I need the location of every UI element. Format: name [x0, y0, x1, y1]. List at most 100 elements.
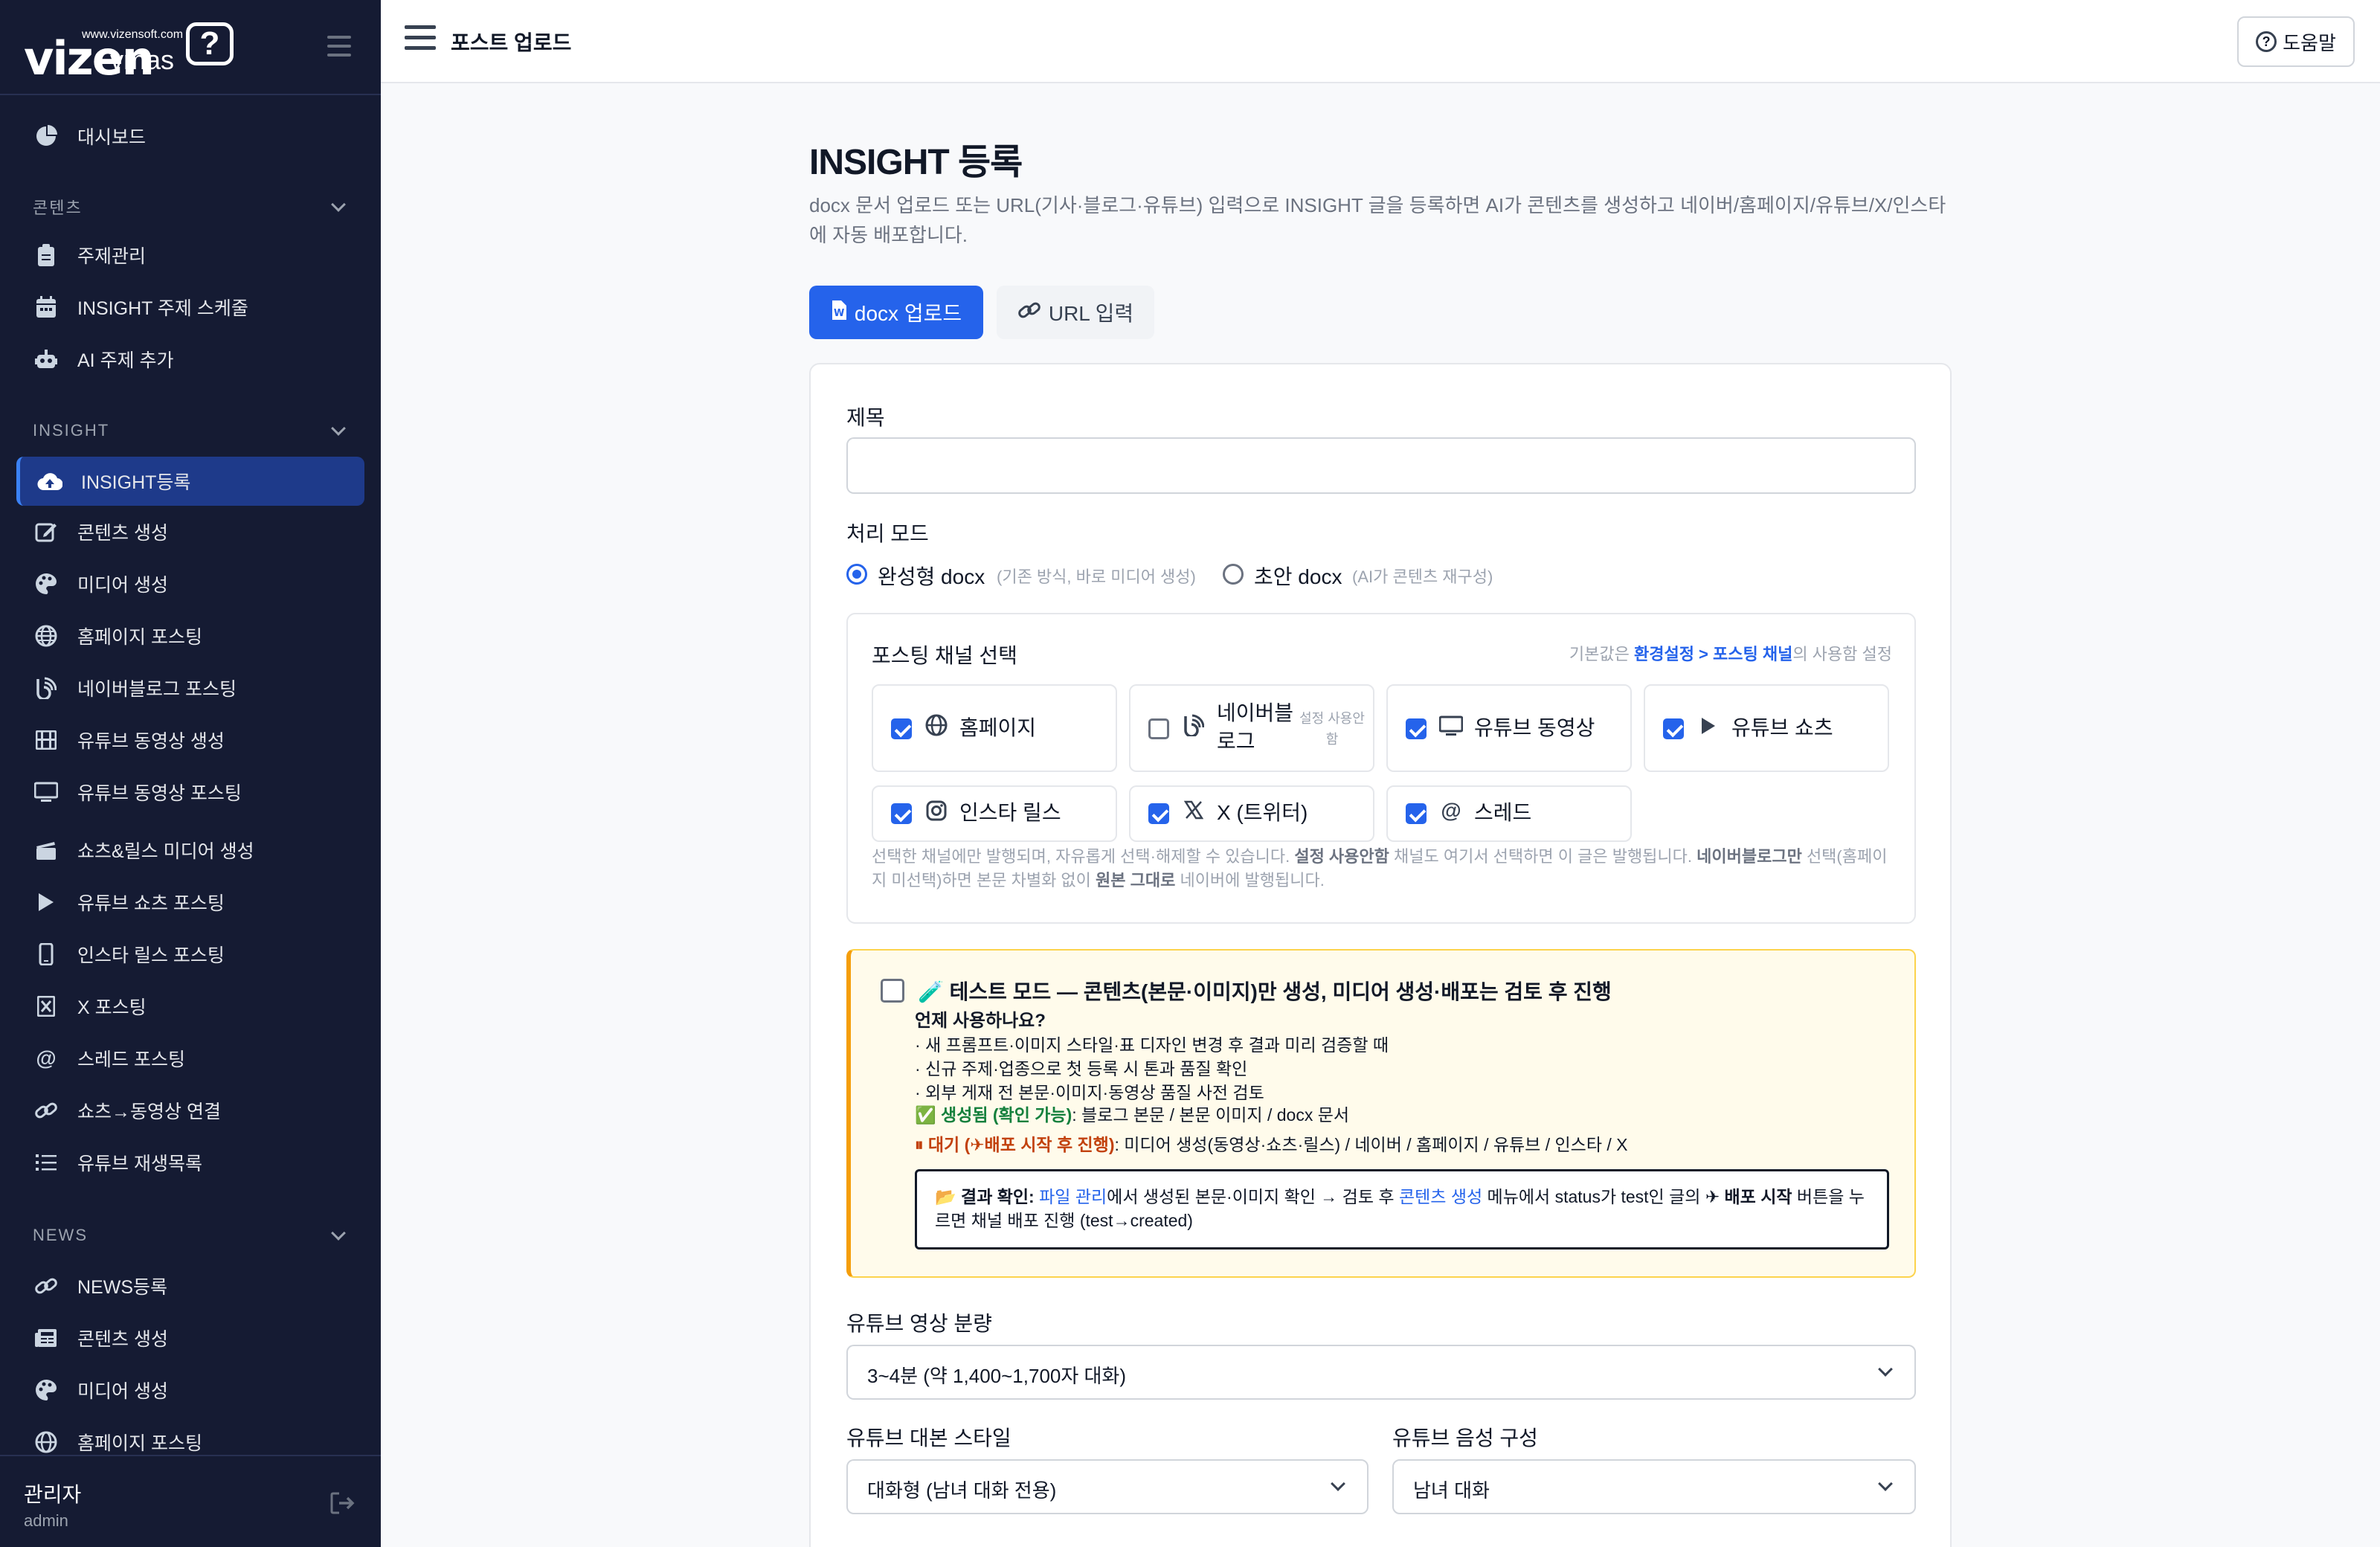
- channel-x[interactable]: X (트위터): [1129, 785, 1374, 842]
- globe-icon: [33, 1429, 60, 1456]
- channel-name: 네이버블로그: [1217, 701, 1294, 753]
- chevron-down-icon: [331, 1226, 346, 1241]
- channel-youtube-shorts[interactable]: 유튜브 쇼츠: [1644, 684, 1889, 772]
- channel-insta-reels[interactable]: 인스타 릴스: [872, 785, 1117, 842]
- sidebar-item-label: 쇼츠→동영상 연결: [77, 1101, 221, 1122]
- channel-name: 인스타 릴스: [959, 801, 1061, 824]
- sidebar-item-label: X 포스팅: [77, 997, 147, 1018]
- sidebar-item-insta-reels-post[interactable]: 인스타 릴스 포스팅: [16, 930, 364, 979]
- channel-homepage[interactable]: 홈페이지: [872, 684, 1117, 772]
- sidebar-item-label: 유튜브 쇼츠 포스팅: [77, 893, 225, 914]
- content-create-link[interactable]: 콘텐츠 생성: [1399, 1187, 1482, 1206]
- sidebar-item-content-create[interactable]: 콘텐츠 생성: [16, 507, 364, 556]
- sidebar-item-news-media-create[interactable]: 미디어 생성: [16, 1366, 364, 1415]
- menu-toggle-icon[interactable]: [405, 25, 436, 57]
- mode-draft-label[interactable]: 초안 docx: [1254, 561, 1342, 591]
- section-insight[interactable]: INSIGHT: [33, 421, 350, 440]
- yt-style-select[interactable]: 대화형 (남녀 대화 전용): [846, 1459, 1368, 1514]
- test-mode-title[interactable]: 🧪 테스트 모드 — 콘텐츠(본문·이미지)만 생성, 미디어 생성·배포는 검…: [918, 976, 1612, 1006]
- instagram-icon: [924, 800, 949, 826]
- monitor-icon: [1438, 715, 1464, 742]
- sidebar-item-label: 유튜브 동영상 포스팅: [77, 783, 242, 804]
- section-content[interactable]: 콘텐츠: [33, 195, 350, 219]
- title-input[interactable]: [846, 437, 1916, 494]
- sidebar-item-label: 유튜브 재생목록: [77, 1154, 202, 1174]
- yt-style-label: 유튜브 대본 스타일: [846, 1427, 1012, 1450]
- link-icon: [33, 1273, 60, 1299]
- channel-checkbox[interactable]: [1663, 718, 1684, 739]
- cloud-upload-icon: [36, 468, 63, 495]
- channel-youtube-video[interactable]: 유튜브 동영상: [1386, 684, 1632, 772]
- section-label: 콘텐츠: [33, 199, 83, 217]
- topbar-title: 포스트 업로드: [451, 31, 572, 54]
- mode-draft-radio[interactable]: [1223, 564, 1244, 585]
- logo-sub: vmas: [110, 45, 175, 75]
- sidebar-item-label: 미디어 생성: [77, 1381, 168, 1402]
- logout-icon[interactable]: [330, 1492, 356, 1514]
- sidebar-item-insight-schedule[interactable]: INSIGHT 주제 스케줄: [16, 283, 364, 332]
- sidebar-item-label: AI 주제 추가: [77, 350, 174, 371]
- sidebar-item-media-create[interactable]: 미디어 생성: [16, 559, 364, 608]
- channel-checkbox[interactable]: [1406, 803, 1427, 824]
- sidebar-item-news-content-create[interactable]: 콘텐츠 생성: [16, 1313, 364, 1363]
- deploy-start-text: ✈ 배포 시작: [1705, 1187, 1792, 1206]
- channel-checkbox[interactable]: [891, 803, 912, 824]
- sidebar-item-homepage-post[interactable]: 홈페이지 포스팅: [16, 611, 364, 660]
- svg-text:W: W: [834, 308, 844, 319]
- channel-checkbox[interactable]: [1148, 718, 1169, 739]
- sidebar-item-label: 인스타 릴스 포스팅: [77, 945, 225, 966]
- sidebar-item-youtube-shorts-post[interactable]: 유튜브 쇼츠 포스팅: [16, 878, 364, 927]
- note-text: 채널도 여기서 선택하면 이 글은 발행됩니다.: [1389, 847, 1697, 866]
- result-text: 메뉴에서 status가 test인 글의: [1482, 1187, 1705, 1206]
- sidebar-item-shorts-video-link[interactable]: 쇼츠→동영상 연결: [16, 1086, 364, 1135]
- channel-checkbox[interactable]: [891, 718, 912, 739]
- sidebar-item-x-post[interactable]: X 포스팅: [16, 982, 364, 1031]
- user-name: 관리자: [24, 1483, 82, 1506]
- sidebar-item-label: 콘텐츠 생성: [77, 523, 168, 544]
- channel-disabled-note: 설정 사용안함: [1299, 711, 1365, 747]
- list-icon: [33, 1149, 60, 1176]
- sidebar-item-youtube-video-create[interactable]: 유튜브 동영상 생성: [16, 715, 364, 765]
- channel-naver-blog[interactable]: 네이버블로그 설정 사용안함: [1129, 684, 1374, 772]
- sidebar-item-insight-register[interactable]: INSIGHT등록: [16, 457, 364, 506]
- waiting-label: ⏸ 대기 (✈배포 시작 후 진행): [915, 1135, 1115, 1154]
- sidebar-item-dashboard[interactable]: 대시보드: [16, 112, 364, 161]
- settings-link[interactable]: 환경설정 > 포스팅 채널: [1634, 645, 1792, 663]
- sidebar-item-threads-post[interactable]: @ 스레드 포스팅: [16, 1034, 364, 1083]
- tab-url-input[interactable]: URL 입력: [997, 286, 1154, 339]
- channel-name: X (트위터): [1217, 801, 1308, 824]
- sidebar-item-label: 미디어 생성: [77, 575, 168, 596]
- sidebar-item-label: 주제관리: [77, 246, 147, 267]
- sidebar-item-label: INSIGHT등록: [81, 472, 191, 493]
- generated-label: ✅ 생성됨 (확인 가능): [915, 1105, 1072, 1125]
- sidebar-toggle-icon[interactable]: [327, 36, 351, 62]
- result-check-box: 📂 결과 확인: 파일 관리에서 생성된 본문·이미지 확인 → 검토 후 콘텐…: [915, 1169, 1889, 1250]
- sidebar-item-youtube-video-post[interactable]: 유튜브 동영상 포스팅: [16, 768, 364, 817]
- yt-voice-select[interactable]: 남녀 대화: [1392, 1459, 1916, 1514]
- sidebar-item-shorts-reels-media[interactable]: 쇼츠&릴스 미디어 생성: [16, 826, 364, 875]
- sidebar-item-ai-topic[interactable]: AI 주제 추가: [16, 335, 364, 384]
- test-mode-checkbox[interactable]: [881, 979, 904, 1003]
- sidebar-item-news-register[interactable]: NEWS등록: [16, 1261, 364, 1310]
- section-news[interactable]: NEWS: [33, 1226, 350, 1245]
- mode-complete-label[interactable]: 완성형 docx: [878, 561, 985, 591]
- channel-checkbox[interactable]: [1148, 803, 1169, 824]
- link-icon: [1017, 299, 1041, 327]
- note-text: 선택한 채널에만 발행되며, 자유롭게 선택·해제할 수 있습니다.: [872, 847, 1295, 866]
- channel-checkbox[interactable]: [1406, 718, 1427, 739]
- pie-chart-icon: [33, 123, 60, 149]
- sidebar-item-topics[interactable]: 주제관리: [16, 231, 364, 280]
- play-icon: [1696, 715, 1721, 742]
- yt-length-select[interactable]: 3~4분 (약 1,400~1,700자 대화): [846, 1345, 1916, 1400]
- help-button[interactable]: ? 도움말: [2237, 16, 2355, 67]
- file-manage-link[interactable]: 파일 관리: [1039, 1187, 1107, 1206]
- user-id: admin: [24, 1511, 68, 1530]
- channel-threads[interactable]: @ 스레드: [1386, 785, 1632, 842]
- clapperboard-icon: [33, 837, 60, 863]
- channel-select-box: 포스팅 채널 선택 기본값은 환경설정 > 포스팅 채널의 사용함 설정 홈페이…: [846, 613, 1916, 924]
- mode-complete-radio[interactable]: [846, 564, 867, 585]
- sidebar-item-label: 스레드 포스팅: [77, 1049, 185, 1070]
- tab-docx-upload[interactable]: W docx 업로드: [809, 286, 983, 339]
- sidebar-item-naver-blog-post[interactable]: 네이버블로그 포스팅: [16, 663, 364, 713]
- sidebar-item-youtube-playlist[interactable]: 유튜브 재생목록: [16, 1138, 364, 1187]
